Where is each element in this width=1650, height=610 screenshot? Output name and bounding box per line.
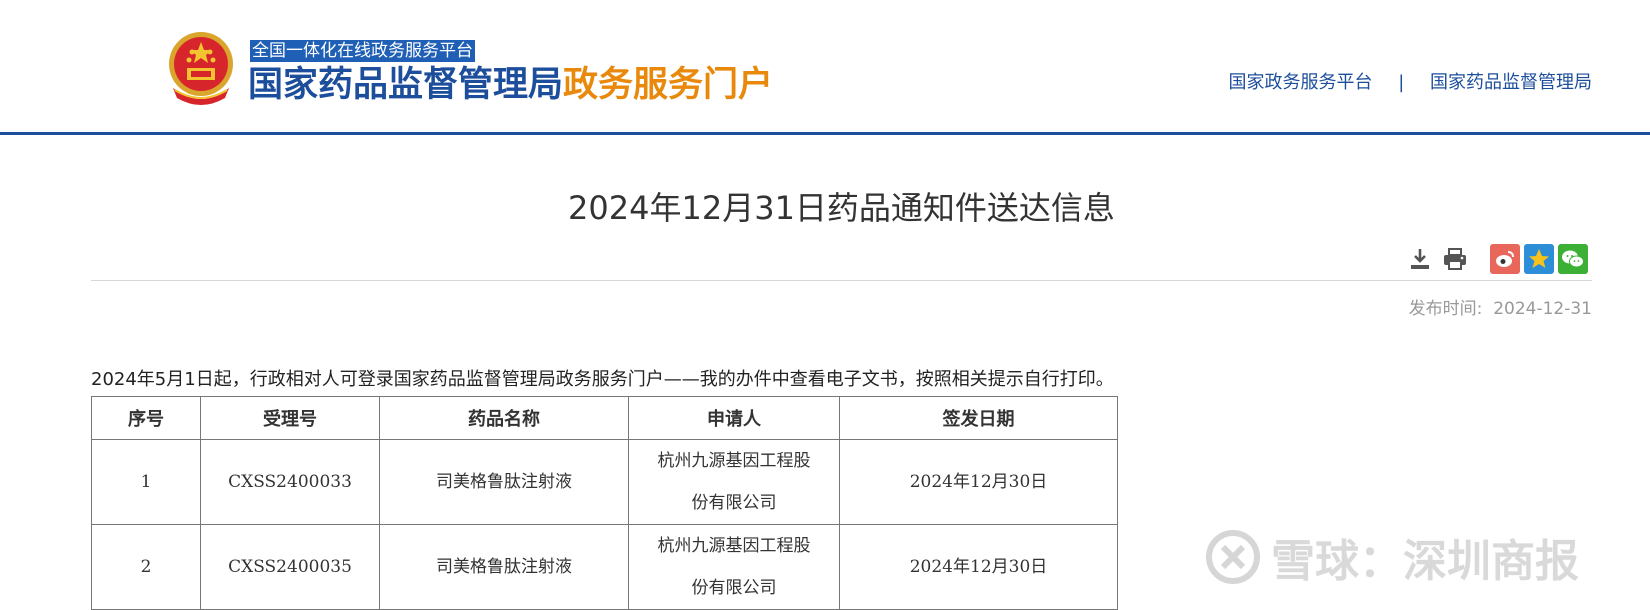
table-row: 1 CXSS2400033 司美格鲁肽注射液 杭州九源基因工程股 份有限公司 20…: [91, 439, 1118, 525]
applicant-line-2: 份有限公司: [691, 493, 777, 513]
snowball-logo-icon: [1206, 530, 1260, 584]
table-header-row: 序号 受理号 药品名称 申请人 签发日期: [91, 396, 1118, 440]
notice-text: 2024年5月1日起，行政相对人可登录国家药品监督管理局政务服务门户——我的办件…: [91, 369, 1114, 390]
cell-no: 2: [91, 524, 201, 610]
page-title: 2024年12月31日药品通知件送达信息: [568, 189, 1115, 227]
link-separator: |: [1398, 72, 1405, 93]
applicant-line-1: 杭州九源基因工程股: [657, 536, 811, 556]
top-links: 国家政务服务平台 | 国家药品监督管理局: [1228, 68, 1592, 94]
cell-issue-date: 2024年12月30日: [839, 439, 1118, 525]
link-nmpa[interactable]: 国家药品监督管理局: [1430, 72, 1592, 93]
publish-date: 发布时间: 2024-12-31: [1409, 294, 1592, 319]
link-national-gov-service[interactable]: 国家政务服务平台: [1228, 72, 1372, 93]
publish-label: 发布时间:: [1408, 299, 1483, 319]
national-emblem-icon: [169, 32, 233, 105]
publish-date-value: 2024-12-31: [1493, 299, 1592, 319]
cell-accept-no: CXSS2400035: [200, 524, 380, 610]
portal-title-blue: 国家药品监督管理局: [248, 65, 564, 105]
weibo-icon[interactable]: [1490, 244, 1520, 274]
wechat-icon[interactable]: [1558, 244, 1588, 274]
site-header: 全国一体化在线政务服务平台 国家药品监督管理局政务服务门户 国家政务服务平台 |…: [0, 0, 1650, 135]
cell-drug-name: 司美格鲁肽注射液: [379, 524, 629, 610]
cell-applicant: 杭州九源基因工程股 份有限公司: [628, 439, 840, 525]
cell-accept-no: CXSS2400033: [200, 439, 380, 525]
title-divider: [91, 280, 1592, 281]
platform-tag[interactable]: 全国一体化在线政务服务平台: [250, 40, 475, 62]
table-row: 2 CXSS2400035 司美格鲁肽注射液 杭州九源基因工程股 份有限公司 20…: [91, 524, 1118, 610]
header-drug-name: 药品名称: [379, 396, 629, 440]
download-icon[interactable]: [1405, 244, 1435, 274]
header-applicant: 申请人: [628, 396, 840, 440]
cell-no: 1: [91, 439, 201, 525]
header-accept-no: 受理号: [200, 396, 380, 440]
cell-drug-name: 司美格鲁肽注射液: [379, 439, 629, 525]
print-icon[interactable]: [1440, 244, 1470, 274]
watermark: 雪球：深圳商报: [1205, 525, 1579, 589]
cell-issue-date: 2024年12月30日: [839, 524, 1118, 610]
watermark-text: 雪球：深圳商报: [1271, 536, 1579, 587]
portal-title[interactable]: 国家药品监督管理局政务服务门户: [248, 63, 773, 107]
cell-applicant: 杭州九源基因工程股 份有限公司: [628, 524, 840, 610]
applicant-line-1: 杭州九源基因工程股: [657, 451, 811, 471]
header-issue-date: 签发日期: [839, 396, 1118, 440]
favorite-icon[interactable]: [1524, 244, 1554, 274]
delivery-table: 序号 受理号 药品名称 申请人 签发日期 1 CXSS2400033 司美格鲁肽…: [91, 396, 1118, 610]
header-no: 序号: [91, 396, 201, 440]
applicant-line-2: 份有限公司: [691, 578, 777, 598]
portal-title-orange: 政务服务门户: [563, 65, 774, 105]
